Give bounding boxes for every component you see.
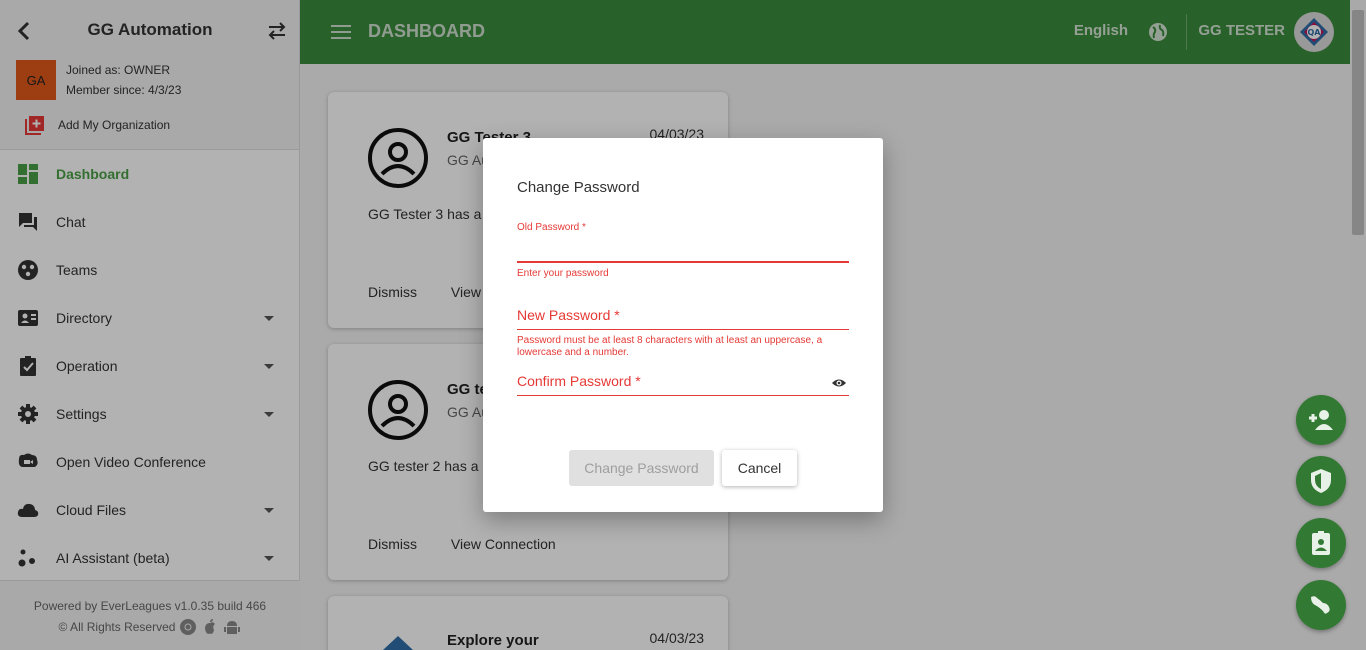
confirm-password-field[interactable]: Confirm Password *	[517, 373, 849, 397]
shield-icon	[1311, 469, 1331, 493]
new-password-help: Password must be at least 8 characters w…	[517, 335, 823, 358]
clipboard-user-icon	[1312, 531, 1330, 555]
change-password-button[interactable]: Change Password	[569, 450, 714, 486]
old-password-underline	[517, 261, 849, 263]
new-password-label: New Password *	[517, 307, 620, 323]
add-contact-button[interactable]	[1296, 395, 1346, 445]
dialog-title: Change Password	[517, 179, 640, 196]
add-contact-icon	[1309, 410, 1333, 430]
old-password-error: Enter your password	[517, 268, 609, 279]
map-icon	[1311, 596, 1330, 614]
map-button[interactable]	[1296, 580, 1346, 630]
security-button[interactable]	[1296, 456, 1346, 506]
cancel-button[interactable]: Cancel	[722, 450, 797, 486]
confirm-password-underline	[517, 395, 849, 396]
eye-icon[interactable]	[831, 375, 847, 391]
new-password-field[interactable]: New Password *	[517, 307, 849, 331]
contact-card-button[interactable]	[1296, 518, 1346, 568]
old-password-field[interactable]: Old Password *	[517, 222, 849, 264]
confirm-password-label: Confirm Password *	[517, 373, 641, 389]
change-password-dialog: Change Password Old Password * Enter you…	[483, 138, 883, 512]
old-password-label: Old Password *	[517, 222, 586, 233]
new-password-underline	[517, 329, 849, 330]
